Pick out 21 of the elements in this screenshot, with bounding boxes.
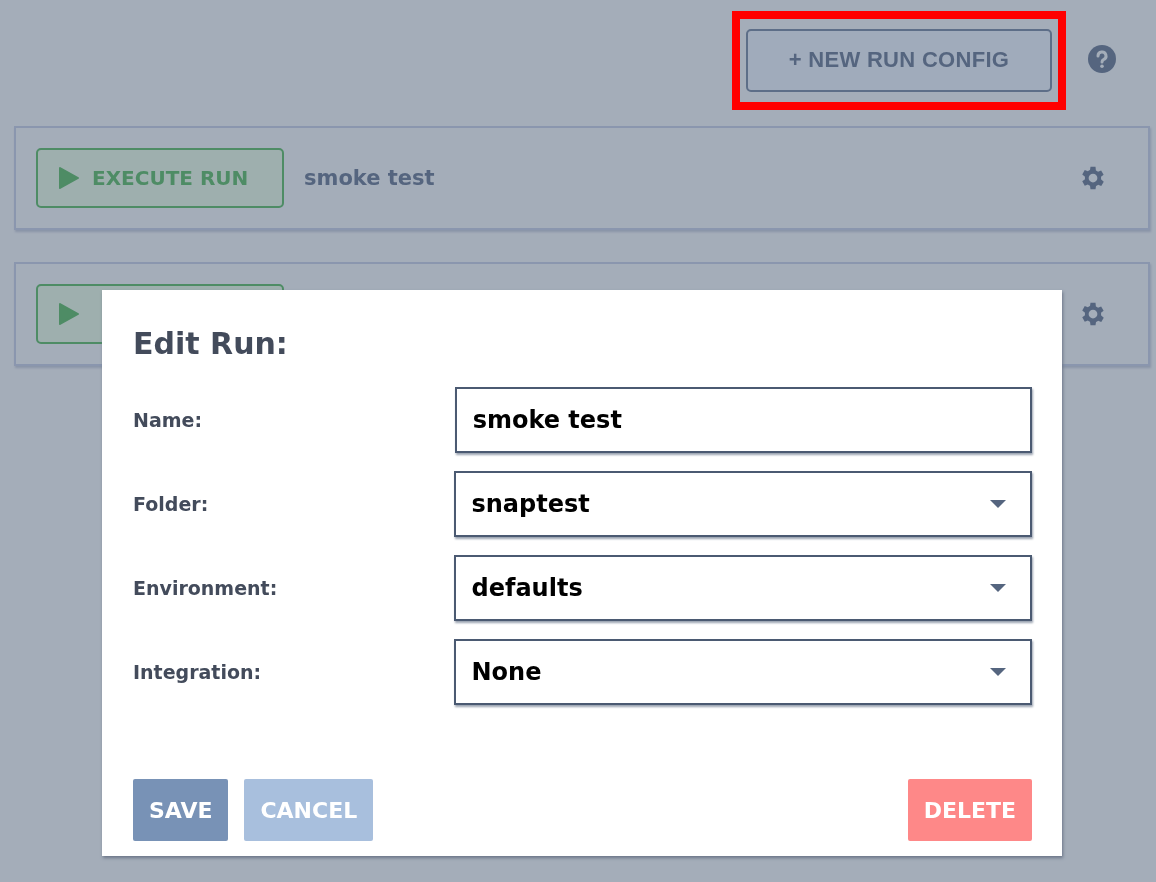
- caret-icon: [990, 500, 1006, 508]
- cancel-button[interactable]: CANCEL: [244, 779, 374, 841]
- field-label: Folder:: [133, 493, 210, 515]
- help-icon[interactable]: [1088, 45, 1116, 73]
- caret-icon: [990, 668, 1006, 676]
- play-icon: [58, 302, 80, 326]
- caret-icon: [990, 584, 1006, 592]
- run-name: smoke test: [304, 166, 435, 190]
- field-label: Name:: [133, 409, 203, 431]
- field-label: Integration:: [133, 661, 263, 683]
- dropdown[interactable]: snaptest: [453, 471, 1032, 537]
- dropdown[interactable]: None: [453, 639, 1032, 705]
- name-field[interactable]: smoke test: [454, 387, 1032, 453]
- field-label: Environment:: [133, 577, 279, 599]
- delete-button[interactable]: DELETE: [907, 779, 1032, 841]
- play-icon: [58, 166, 80, 190]
- execute-run-button[interactable]: EXECUTE RUN: [36, 148, 284, 208]
- new-run-config-button[interactable]: + NEW RUN CONFIG: [746, 28, 1052, 92]
- save-button[interactable]: SAVE: [133, 779, 229, 841]
- dropdown[interactable]: defaults: [453, 555, 1032, 621]
- dialog-title: Edit Run:: [133, 326, 289, 361]
